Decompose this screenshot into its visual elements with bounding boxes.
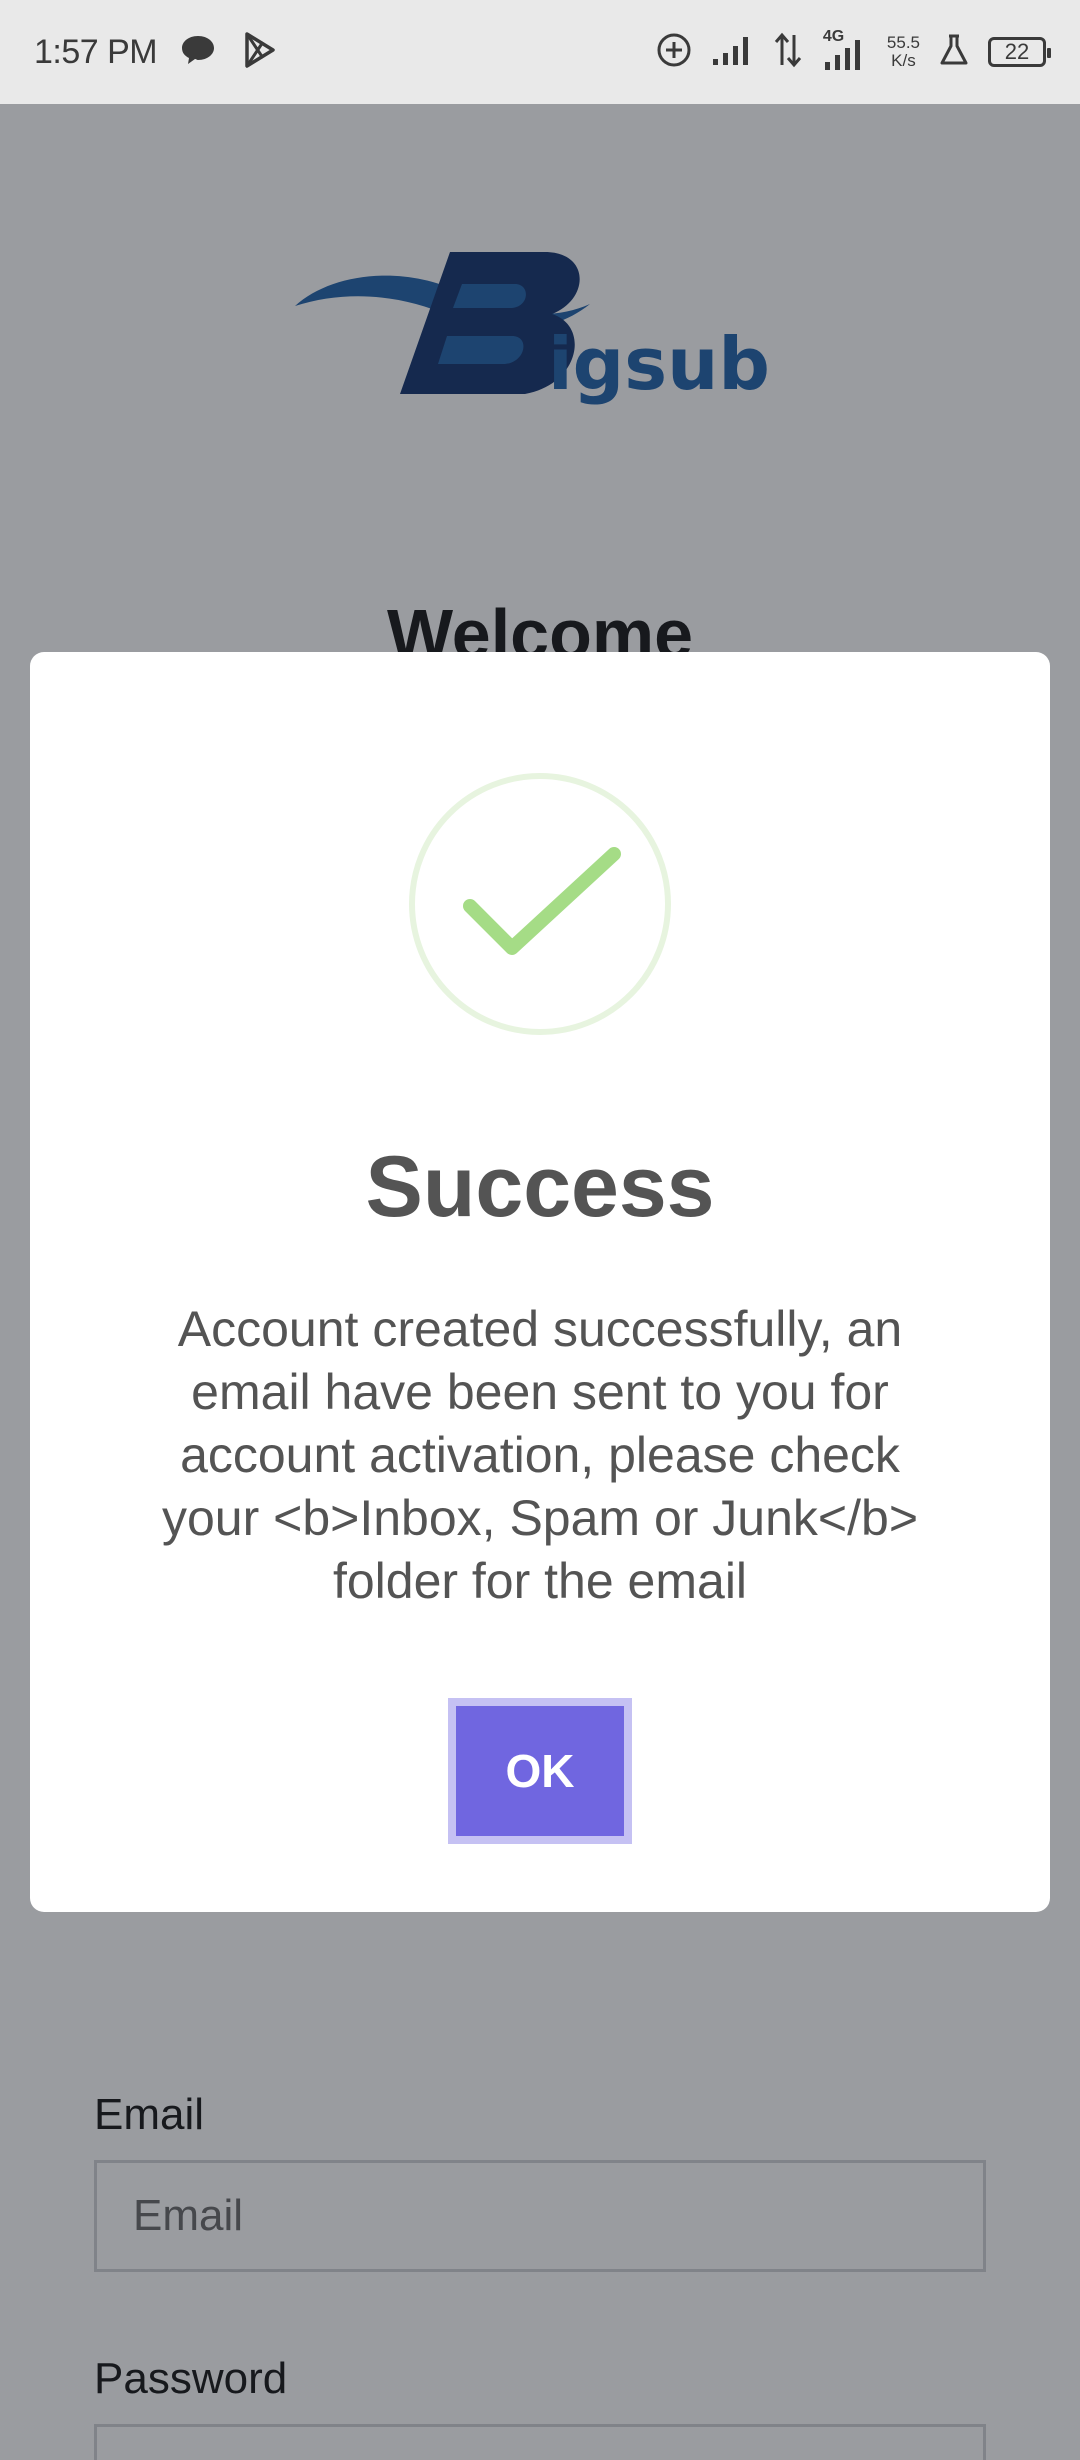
battery-level: 22 [1004,39,1030,64]
signal-icon [711,33,755,72]
lab-flask-icon [938,33,970,72]
dialog-title: Success [365,1139,715,1235]
dialog-message: Account created successfully, an email h… [161,1301,919,1609]
status-right: 4G 55.5 K/s 22 [655,28,1051,74]
status-left: 1:57 PM [34,30,279,75]
success-check-icon [408,772,672,1036]
play-store-icon [239,30,279,75]
chat-bubble-icon [179,33,217,72]
ok-button[interactable]: OK [448,1698,632,1844]
net-speed-value: 55.5 [886,33,920,52]
status-bar: 1:57 PM 4G 55.5 K/s 22 [0,0,1080,104]
data-saver-icon [655,31,693,74]
signal-4g-icon: 4G [821,28,869,72]
data-arrows-icon [773,31,803,74]
net-speed-unit: K/s [891,51,916,70]
net-speed: 55.5 K/s [887,34,920,70]
success-dialog: Success Account created successfully, an… [30,652,1050,1912]
battery-icon: 22 [988,37,1051,67]
status-time: 1:57 PM [34,32,158,71]
